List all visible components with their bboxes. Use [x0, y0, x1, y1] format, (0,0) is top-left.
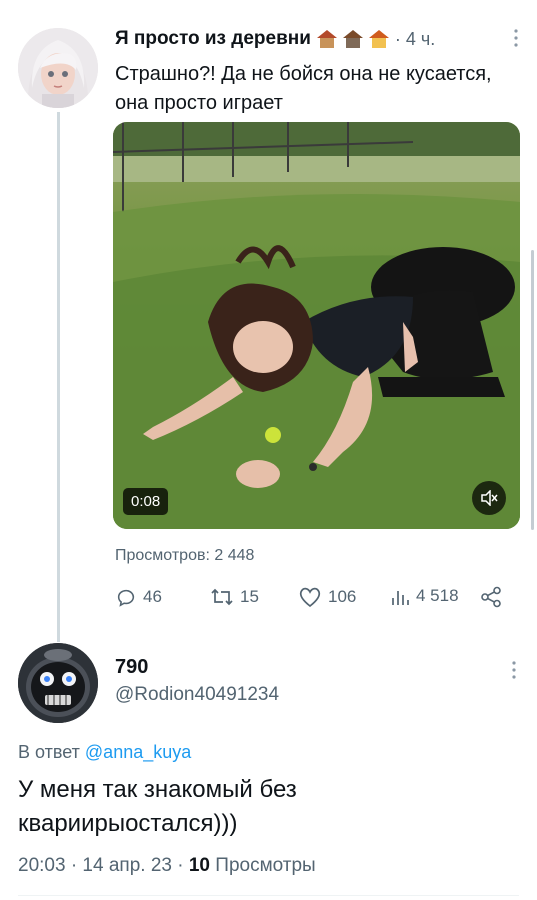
author-name[interactable]: Я просто из деревни: [115, 28, 311, 50]
video-frame: [113, 122, 520, 529]
retweet-button[interactable]: 15: [210, 586, 259, 608]
divider: [18, 895, 519, 896]
views-count: 10: [188, 855, 210, 876]
avatar[interactable]: [18, 643, 98, 723]
retweet-icon: [211, 588, 233, 606]
view-count: Просмотров: 2 448: [115, 547, 255, 564]
avatar-image: [18, 28, 98, 108]
tweet-time[interactable]: 20:03 · 14 апр. 23 ·: [18, 855, 184, 876]
video-duration: 0:08: [123, 488, 169, 515]
views-count: 4 518: [416, 586, 459, 605]
reply-prefix: В ответ: [18, 742, 80, 762]
avatar[interactable]: [18, 28, 98, 108]
reply-icon: [117, 589, 135, 607]
reply-mention-link[interactable]: @anna_kuya: [85, 742, 191, 762]
avatar-image: [18, 643, 98, 723]
thread-connector-line: [57, 112, 60, 642]
tweet-text: Страшно?! Да не бойся она не кусается, о…: [115, 63, 492, 114]
views-button[interactable]: 4 518: [390, 586, 459, 606]
tweet-time[interactable]: · 4 ч.: [395, 29, 435, 50]
author-name[interactable]: 790: [115, 656, 148, 679]
author-handle[interactable]: @Rodion40491234: [115, 684, 279, 706]
home-icon: [368, 30, 389, 48]
like-button[interactable]: 106: [298, 586, 356, 608]
more-options-icon[interactable]: [511, 660, 517, 685]
heart-icon: [299, 587, 321, 608]
views-label: Просмотры: [215, 855, 316, 876]
reply-context: В ответ @anna_kuya: [18, 742, 191, 763]
video-player[interactable]: 0:08: [113, 122, 520, 529]
share-icon: [481, 586, 501, 608]
hut-icon: [316, 30, 337, 48]
like-count: 106: [328, 587, 357, 606]
scrollbar[interactable]: [531, 250, 534, 530]
analytics-icon: [392, 591, 409, 605]
tweet-actions: 46 15 106 4 518: [115, 586, 515, 610]
more-options-icon[interactable]: [513, 28, 518, 48]
tweet-text: У меня так знакомый без квариирыостался)…: [18, 776, 297, 837]
retweet-count: 15: [240, 587, 259, 606]
tweet-header: Я просто из деревни · 4 ч.: [115, 28, 520, 50]
reply-button[interactable]: 46: [115, 586, 162, 608]
volume-mute-icon[interactable]: [472, 481, 506, 515]
tweet-meta: 20:03 · 14 апр. 23 · 10 Просмотры: [18, 855, 316, 877]
house-icon: [342, 30, 363, 48]
reply-count: 46: [143, 587, 162, 606]
share-button[interactable]: [480, 586, 502, 608]
